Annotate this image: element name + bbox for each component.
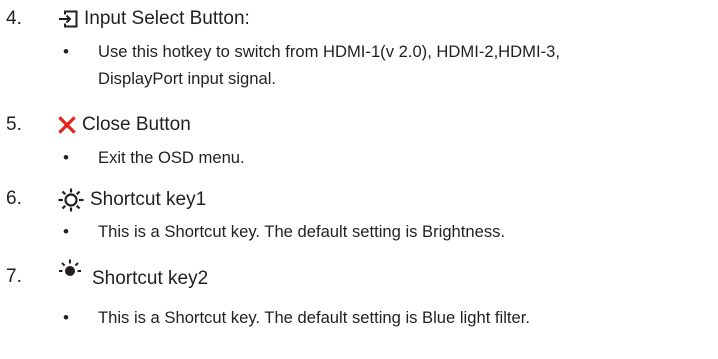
bullet-dot: • <box>63 308 69 327</box>
item-title-5: Close Button <box>82 114 191 135</box>
sun-filled-icon <box>58 259 82 281</box>
item-heading-4: Input Select Button: <box>58 8 250 30</box>
item-number-5: 5. <box>6 114 22 135</box>
close-x-icon <box>58 116 76 134</box>
bullet-dot: • <box>63 148 69 167</box>
bullet-dot: • <box>63 42 69 61</box>
item-heading-5: Close Button <box>58 114 191 136</box>
bullet-dot: • <box>63 222 69 241</box>
item-heading-7: Shortcut key2 <box>58 259 208 289</box>
item-5-bullet-line-1: Exit the OSD menu. <box>98 148 245 167</box>
sun-outline-icon <box>58 188 84 212</box>
item-title-4: Input Select Button: <box>84 8 250 29</box>
document-page: 4. Input Select Button: • Use this hotke… <box>0 0 718 359</box>
item-6-bullet-line-1: This is a Shortcut key. The default sett… <box>98 222 506 241</box>
input-select-icon <box>58 10 78 28</box>
item-number-4: 4. <box>6 8 22 29</box>
item-number-6: 6. <box>6 188 22 209</box>
item-number-7: 7. <box>6 266 22 287</box>
item-title-6: Shortcut key1 <box>90 189 207 210</box>
item-heading-6: Shortcut key1 <box>58 188 206 212</box>
item-7-bullet-line-1: This is a Shortcut key. The default sett… <box>98 308 530 327</box>
item-4-bullet-line-2: DisplayPort input signal. <box>98 69 277 88</box>
item-4-bullet-line-1: Use this hotkey to switch from HDMI-1(v … <box>98 42 560 61</box>
item-title-7: Shortcut key2 <box>92 268 209 289</box>
